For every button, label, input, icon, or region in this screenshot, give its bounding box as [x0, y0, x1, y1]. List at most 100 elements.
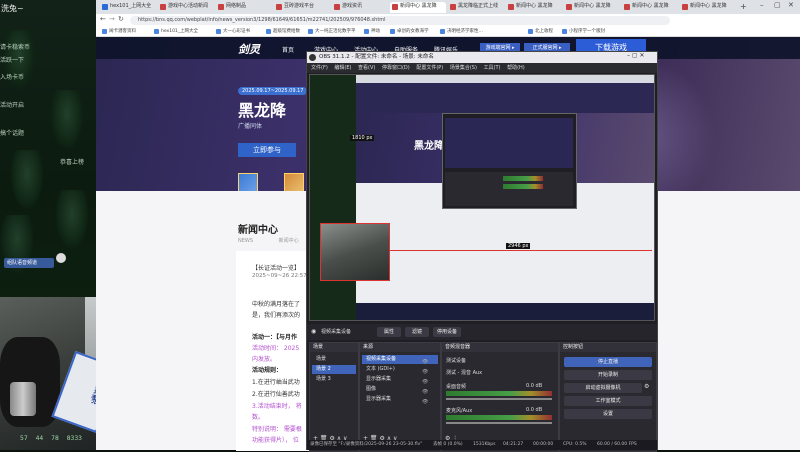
minimize-icon[interactable]: –	[760, 1, 764, 9]
preview-left-strip	[310, 75, 356, 320]
browser-tab[interactable]: 新闻中心 黑龙降	[680, 2, 736, 13]
tree-decoration	[50, 90, 84, 150]
menu-item[interactable]: 帮助(H)	[507, 65, 525, 71]
new-tab-icon[interactable]: +	[740, 2, 747, 11]
favicon-icon	[160, 4, 166, 10]
filters-button[interactable]: 滤镜	[405, 327, 429, 337]
browser-tab[interactable]: 网络制品	[216, 2, 272, 13]
browser-tab[interactable]: 新闻中心 黑龙降	[622, 2, 678, 13]
volume-slider[interactable]	[446, 398, 552, 400]
browser-tab[interactable]: 新闻中心 黑龙降	[564, 2, 620, 13]
bookmark-icon	[266, 29, 271, 34]
bookmark-item[interactable]: 大一纯正活化数字平	[308, 28, 356, 34]
crumb[interactable]: NEWS	[238, 238, 253, 244]
menu-item[interactable]: 停靠窗口(D)	[382, 65, 410, 71]
browser-tab[interactable]: 新闻中心 黑龙降	[506, 2, 562, 13]
forward-icon[interactable]: →	[109, 15, 115, 23]
bookmark-item[interactable]: 小程序学一个版封	[562, 28, 605, 34]
mixer-input-label[interactable]: 测试 - 混音 Aux	[446, 369, 482, 376]
source-toolbar: ◉ 视频采集设备 属性 滤镜 停用设备	[307, 324, 657, 340]
dropped-frames: 丢帧 0 (0.0%)	[433, 442, 463, 447]
favicon-icon	[276, 4, 282, 10]
tree-decoration	[10, 150, 44, 210]
voice-channel-badge[interactable]: 组队语音频道	[4, 258, 54, 268]
url-input[interactable]: https://bns.qq.com/webplat/info/news_ver…	[130, 16, 670, 25]
event-time: 内发放。	[252, 356, 277, 363]
favicon-icon	[218, 4, 224, 10]
preview-webcam-source[interactable]	[320, 223, 390, 281]
bookmark-item[interactable]: 北上收程	[528, 28, 553, 34]
tree-decoration	[55, 190, 89, 250]
alignment-guide	[390, 250, 652, 251]
window-controls[interactable]: – ▢ ✕	[627, 52, 645, 59]
back-icon[interactable]: ←	[100, 15, 106, 23]
virtual-camera-button[interactable]: 启动虚拟摄像机	[564, 383, 642, 393]
menu-item[interactable]: 工具(T)	[484, 65, 501, 71]
browser-tab[interactable]: 黑龙降临正式上线	[448, 2, 504, 13]
maximize-icon[interactable]: ▢	[774, 1, 781, 9]
bookmark-icon	[440, 29, 445, 34]
rule-item: 2.在进行仙善武功	[252, 391, 300, 398]
controls-dock: 控制按钮 停止直播 开始录制 启动虚拟摄像机 ⚙ 工作室模式 设置	[559, 342, 657, 452]
status-message: 录像已保存至 "F:/录像资料/2025-09-26 23-05-30.flv"	[310, 442, 423, 447]
stop-stream-button[interactable]: 停止直播	[564, 357, 652, 367]
bookmark-item[interactable]: 大一心彩证书	[216, 28, 250, 34]
selected-source-name: 视频采集设备	[321, 329, 352, 335]
bookmark-item[interactable]: 卓创的女教海学	[390, 28, 429, 34]
volume-slider[interactable]	[446, 422, 552, 424]
rule-item: 1.在进行岫当武功	[252, 379, 300, 386]
chat-line: 活跃一下	[0, 57, 25, 64]
scene-item[interactable]: 场景	[312, 355, 356, 364]
favicon-icon	[334, 4, 340, 10]
event-thumb[interactable]	[238, 173, 258, 193]
participate-button[interactable]: 立即参与	[238, 143, 296, 157]
scene-item-selected[interactable]: 场景 2	[312, 365, 356, 374]
dock-title: 来源	[360, 343, 440, 352]
close-icon[interactable]: ✕	[788, 1, 794, 9]
deactivate-button[interactable]: 停用设备	[433, 327, 461, 337]
nested-obs	[442, 113, 577, 209]
browser-tab[interactable]: hex101_上网大全	[100, 2, 156, 13]
sources-dock: 来源 视频采集设备 文本 (GDI+) 显示器采集 图像 显示器采集 👁 👁 👁 👁 👁…	[359, 342, 441, 452]
menu-item[interactable]: 配置文件(P)	[416, 65, 443, 71]
scene-item[interactable]: 场景 3	[312, 375, 356, 384]
menu-item[interactable]: 场景集合(S)	[450, 65, 477, 71]
menu-item[interactable]: 编辑(E)	[334, 65, 351, 71]
dimension-label: 1810 px	[350, 135, 375, 141]
bookmark-item[interactable]: hex101_上网大全	[154, 28, 198, 34]
counter: 44	[35, 435, 44, 442]
track-name: 麦克风/Aux	[446, 408, 473, 414]
bookmark-item[interactable]: 超级馆费给数	[266, 28, 300, 34]
site-logo[interactable]: 剑灵	[238, 41, 260, 57]
bookmark-icon	[216, 29, 221, 34]
menu-item[interactable]: 文件(F)	[311, 65, 328, 71]
crumb[interactable]: 新闻中心	[279, 238, 299, 244]
browser-tab-active[interactable]: 新闻中心 黑龙降	[390, 2, 446, 13]
bookmark-item[interactable]: 决明经济学家性…	[440, 28, 483, 34]
gear-icon[interactable]: ⚙	[644, 383, 649, 390]
event-time: 活动时间： 2025	[252, 345, 300, 352]
mixer-input-label[interactable]: 测试设备	[446, 357, 466, 364]
browser-tab[interactable]: 游戏资讯	[332, 2, 388, 13]
preview-nav	[356, 83, 654, 113]
volume-meter	[446, 415, 552, 420]
nav-item[interactable]: 首页	[282, 45, 294, 54]
visibility-icon[interactable]: 👁 👁 👁 👁 👁	[422, 357, 428, 407]
studio-mode-button[interactable]: 工作室模式	[564, 396, 652, 406]
browser-tab[interactable]: 豆砖游戏平台	[274, 2, 330, 13]
cpu-usage: CPU: 0.5%	[563, 442, 587, 447]
event-thumb[interactable]	[284, 173, 304, 193]
special-note: 功能获得片）， 位	[252, 437, 299, 444]
obs-preview[interactable]: 黑龙降 1810 px 2946 px	[309, 74, 655, 321]
chat-line: 请卡稳索币	[0, 44, 31, 51]
menu-item[interactable]: 查看(V)	[358, 65, 375, 71]
start-recording-button[interactable]: 开始录制	[564, 370, 652, 380]
favicon-icon	[566, 4, 572, 10]
settings-button[interactable]: 设置	[564, 409, 652, 419]
properties-button[interactable]: 属性	[377, 327, 401, 337]
track-name: 桌面音频	[446, 384, 467, 390]
bookmark-item[interactable]: 阔卡潜客资料	[102, 28, 136, 34]
bookmark-item[interactable]: 神动	[364, 28, 380, 34]
reload-icon[interactable]: ↻	[118, 15, 124, 23]
browser-tab[interactable]: 游戏中心活动新闻	[158, 2, 214, 13]
